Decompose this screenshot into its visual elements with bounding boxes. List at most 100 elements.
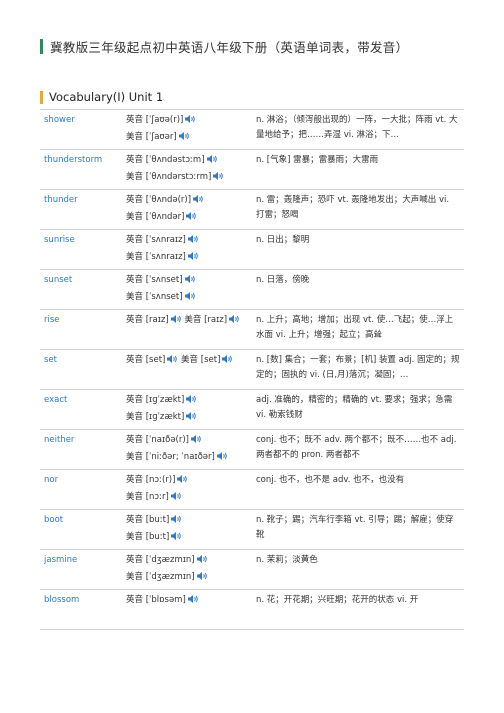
vocab-definition-cell: n. 日出；黎明 xyxy=(252,229,464,270)
speaker-icon[interactable] xyxy=(228,314,240,330)
speaker-icon[interactable] xyxy=(166,354,178,370)
vocab-pronunciations: 英音 [set] 美音 [set] xyxy=(122,349,252,390)
vocab-word[interactable]: thunder xyxy=(40,189,122,230)
vocab-word[interactable]: set xyxy=(40,349,122,390)
ipa-text: [ˈsʌnraɪz] xyxy=(145,235,186,245)
vocab-pronunciations: 英音 [ˈnaɪðə(r)] 美音 [ˈniːðər; ˈnaɪðər] xyxy=(122,429,252,470)
vocab-definition-cell: n. 雷；轰隆声；恐吓 vt. 轰隆地发出；大声喊出 vi. 打雷；怒喝 xyxy=(252,189,464,230)
speaker-icon[interactable] xyxy=(187,234,199,250)
vocab-row: exact 英音 [ɪɡˈzækt] 美音 [ɪɡˈzækt] adj. 准确的，精密… xyxy=(40,389,464,430)
speaker-icon[interactable] xyxy=(170,491,182,507)
vocab-word[interactable]: jasmine xyxy=(40,549,122,590)
speaker-icon[interactable] xyxy=(170,531,182,547)
vocab-row: rise 英音 [raɪz] 美音 [raɪz] n. 上升；高地；增加；出现 vt… xyxy=(40,309,464,350)
pronunciation: 英音 [set] xyxy=(126,355,178,365)
vocab-pronunciations: 英音 [ˈsʌnraɪz] 美音 [ˈsʌnraɪz] xyxy=(122,229,252,270)
speaker-icon[interactable] xyxy=(221,354,233,370)
vocab-pronunciations: 英音 [ˈθʌndə(r)] 美音 [ˈθʌndər] xyxy=(122,189,252,230)
vocab-pronunciations: 英音 [ˈθʌndəstɔːm] 美音 [ˈθʌndərstɔːrm] xyxy=(122,149,252,190)
vocab-definition-cell: adj. 准确的，精密的；精确的 vt. 要求；强求；急需 vi. 勒索钱财 xyxy=(252,389,464,430)
vocab-word[interactable]: sunset xyxy=(40,269,122,310)
pronunciation: 英音 [ˈblɒsəm] xyxy=(126,595,199,605)
pronunciation: 英音 [ˈsʌnraɪz] xyxy=(126,235,199,245)
pronunciation-label: 英音 xyxy=(126,435,144,445)
section-heading-text: Vocabulary(I) Unit 1 xyxy=(49,90,164,104)
vocab-pronunciations: 英音 [raɪz] 美音 [raɪz] xyxy=(122,309,252,350)
vocab-word[interactable]: sunrise xyxy=(40,229,122,270)
vocab-word[interactable]: exact xyxy=(40,389,122,430)
pronunciation-label: 美音 xyxy=(126,292,144,302)
vocab-word[interactable]: blossom xyxy=(40,589,122,630)
speaker-icon[interactable] xyxy=(185,394,197,410)
pronunciation-label: 美音 xyxy=(126,452,144,462)
ipa-text: [ˈʃaʊər] xyxy=(145,132,177,142)
speaker-icon[interactable] xyxy=(170,514,182,530)
vocab-word[interactable]: thunderstorm xyxy=(40,149,122,190)
speaker-icon[interactable] xyxy=(184,274,196,290)
vocab-row: thunderstorm 英音 [ˈθʌndəstɔːm] 美音 [ˈθʌndərs… xyxy=(40,149,464,190)
pronunciation: 美音 [ˈʃaʊər] xyxy=(126,132,190,142)
vocab-row: sunset 英音 [ˈsʌnset] 美音 [ˈsʌnset] n. 日落，傍晚 xyxy=(40,269,464,310)
pronunciation-label: 英音 xyxy=(126,555,144,565)
ipa-text: [ɪɡˈzækt] xyxy=(145,395,185,405)
vocab-row: thunder 英音 [ˈθʌndə(r)] 美音 [ˈθʌndər] n. 雷；轰隆… xyxy=(40,189,464,230)
pronunciation: 美音 [set] xyxy=(181,355,233,365)
vocab-definition: conj. 也不；既不 adv. 两个都不；既不……也不 adj. 两者都不的 … xyxy=(256,435,457,460)
speaker-icon[interactable] xyxy=(212,171,224,187)
speaker-icon[interactable] xyxy=(190,434,202,450)
pronunciation: 美音 [buːt] xyxy=(126,532,182,542)
speaker-icon[interactable] xyxy=(170,314,182,330)
speaker-icon[interactable] xyxy=(196,571,208,587)
document-title: 冀教版三年级起点初中英语八年级下册（英语单词表，带发音） xyxy=(40,38,408,55)
pronunciation: 美音 [ɪɡˈzækt] xyxy=(126,412,197,422)
speaker-icon[interactable] xyxy=(184,114,196,130)
vocab-word[interactable]: nor xyxy=(40,469,122,510)
pronunciation: 英音 [ɪɡˈzækt] xyxy=(126,395,197,405)
title-accent-bar xyxy=(40,38,43,54)
vocab-row: boot 英音 [buːt] 美音 [buːt] n. 靴子；踢；汽车行李箱 vt. … xyxy=(40,509,464,550)
ipa-text: [nɔːr] xyxy=(145,492,169,502)
speaker-icon[interactable] xyxy=(185,411,197,427)
pronunciation: 英音 [ˈnaɪðə(r)] xyxy=(126,435,202,445)
speaker-icon[interactable] xyxy=(192,194,204,210)
vocab-definition-cell: n. 靴子；踢；汽车行李箱 vt. 引导；踢；解雇；使穿靴 xyxy=(252,509,464,550)
section-heading: Vocabulary(I) Unit 1 xyxy=(40,90,163,104)
speaker-icon[interactable] xyxy=(196,554,208,570)
pronunciation-label: 英音 xyxy=(126,515,144,525)
pronunciation-label: 美音 xyxy=(126,252,144,262)
vocab-definition: n. 日落，傍晚 xyxy=(256,275,310,285)
vocab-pronunciations: 英音 [ˈblɒsəm] xyxy=(122,589,252,630)
ipa-text: [ˈʃaʊə(r)] xyxy=(145,115,184,125)
vocab-definition: n. 茉莉；淡黄色 xyxy=(256,555,318,565)
pronunciation-label: 英音 xyxy=(126,235,144,245)
pronunciation: 英音 [buːt] xyxy=(126,515,182,525)
ipa-text: [raɪz] xyxy=(204,315,228,325)
speaker-icon[interactable] xyxy=(187,594,199,610)
speaker-icon[interactable] xyxy=(216,451,228,467)
vocab-definition-cell: n. 茉莉；淡黄色 xyxy=(252,549,464,590)
ipa-text: [ɪɡˈzækt] xyxy=(145,412,185,422)
vocab-pronunciations: 英音 [ˈdʒæzmɪn] 美音 [ˈdʒæzmɪn] xyxy=(122,549,252,590)
pronunciation-label: 英音 xyxy=(126,115,144,125)
pronunciation-label: 美音 xyxy=(126,132,144,142)
vocab-word[interactable]: rise xyxy=(40,309,122,350)
vocab-definition: n. [数] 集合；一套；布景；[机] 装置 adj. 固定的；规定的；固执的 … xyxy=(256,355,460,380)
ipa-text: [ˈθʌndərstɔːrm] xyxy=(145,172,212,182)
vocab-row: nor 英音 [nɔː(r)] 美音 [nɔːr] conj. 也不，也不是 adv.… xyxy=(40,469,464,510)
pronunciation-label: 英音 xyxy=(126,595,144,605)
vocab-word[interactable]: boot xyxy=(40,509,122,550)
speaker-icon[interactable] xyxy=(176,474,188,490)
pronunciation-label: 英音 xyxy=(126,355,144,365)
speaker-icon[interactable] xyxy=(185,211,197,227)
vocab-definition-cell: n. 花；开花期；兴旺期；花开的状态 vi. 开 xyxy=(252,589,464,630)
speaker-icon[interactable] xyxy=(178,131,190,147)
pronunciation: 美音 [raɪz] xyxy=(184,315,240,325)
vocab-definition: n. 雷；轰隆声；恐吓 vt. 轰隆地发出；大声喊出 vi. 打雷；怒喝 xyxy=(256,195,450,220)
speaker-icon[interactable] xyxy=(187,251,199,267)
vocab-word[interactable]: shower xyxy=(40,109,122,150)
vocab-definition: n. 靴子；踢；汽车行李箱 vt. 引导；踢；解雇；使穿靴 xyxy=(256,515,454,540)
speaker-icon[interactable] xyxy=(184,291,196,307)
speaker-icon[interactable] xyxy=(206,154,218,170)
vocab-word[interactable]: neither xyxy=(40,429,122,470)
pronunciation: 英音 [ˈdʒæzmɪn] xyxy=(126,555,208,565)
